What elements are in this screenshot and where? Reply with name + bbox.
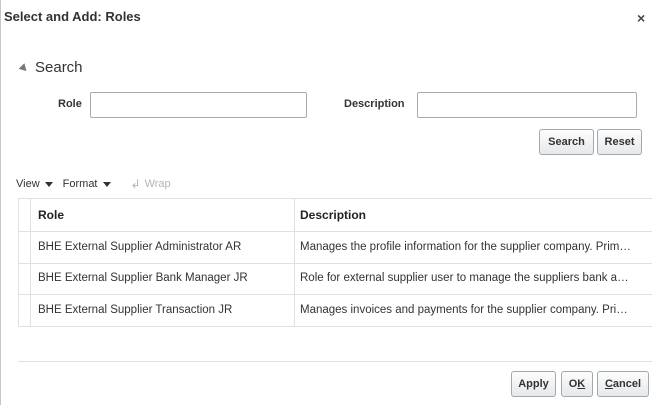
row-divider: [18, 326, 652, 327]
view-menu-label: View: [16, 178, 40, 190]
wrap-label: Wrap: [144, 178, 171, 190]
wrap-icon: ↲: [130, 177, 141, 191]
view-dropdown-icon: [44, 181, 53, 187]
ok-button-mnemonic: K: [577, 378, 586, 390]
description-cell: Manages invoices and payments for the su…: [300, 304, 628, 316]
format-dropdown-icon: [102, 181, 111, 187]
apply-button[interactable]: Apply: [511, 371, 556, 397]
dialog-title: Select and Add: Roles: [4, 9, 141, 24]
role-cell: BHE External Supplier Administrator AR: [38, 241, 242, 253]
description-cell: Manages the profile information for the …: [300, 241, 631, 253]
description-cell: Role for external supplier user to manag…: [300, 272, 629, 284]
footer-divider: [18, 361, 652, 362]
format-menu-label: Format: [62, 178, 98, 190]
view-menu[interactable]: View: [16, 178, 53, 190]
cancel-button-mnemonic: C: [604, 378, 613, 390]
role-label: Role: [58, 98, 82, 110]
description-input[interactable]: [417, 92, 637, 118]
column-header-role[interactable]: Role: [38, 208, 64, 222]
role-cell: BHE External Supplier Bank Manager JR: [38, 272, 248, 284]
table-top-border: [18, 198, 652, 199]
reset-button[interactable]: Reset: [597, 129, 642, 155]
select-and-add-roles-dialog: Select and Add: Roles × Search Role Desc…: [0, 0, 652, 405]
cancel-button-label: ancel: [612, 378, 642, 390]
close-icon[interactable]: ×: [637, 10, 645, 26]
search-button[interactable]: Search: [539, 129, 594, 155]
column-header-description[interactable]: Description: [300, 208, 366, 222]
cancel-button[interactable]: Cancel: [597, 371, 649, 397]
format-menu[interactable]: Format: [63, 178, 111, 190]
collapse-triangle-icon: [18, 63, 30, 74]
wrap-button[interactable]: ↲ Wrap: [131, 177, 171, 191]
role-input[interactable]: [90, 92, 307, 118]
ok-button[interactable]: OK: [561, 371, 593, 397]
table-toolbar: View Format ↲ Wrap: [16, 177, 171, 191]
role-cell: BHE External Supplier Transaction JR: [38, 304, 233, 316]
ok-button-label: O: [568, 378, 578, 390]
search-section-toggle[interactable]: Search: [18, 59, 83, 76]
search-section-title: Search: [35, 59, 83, 76]
description-label: Description: [344, 98, 405, 110]
